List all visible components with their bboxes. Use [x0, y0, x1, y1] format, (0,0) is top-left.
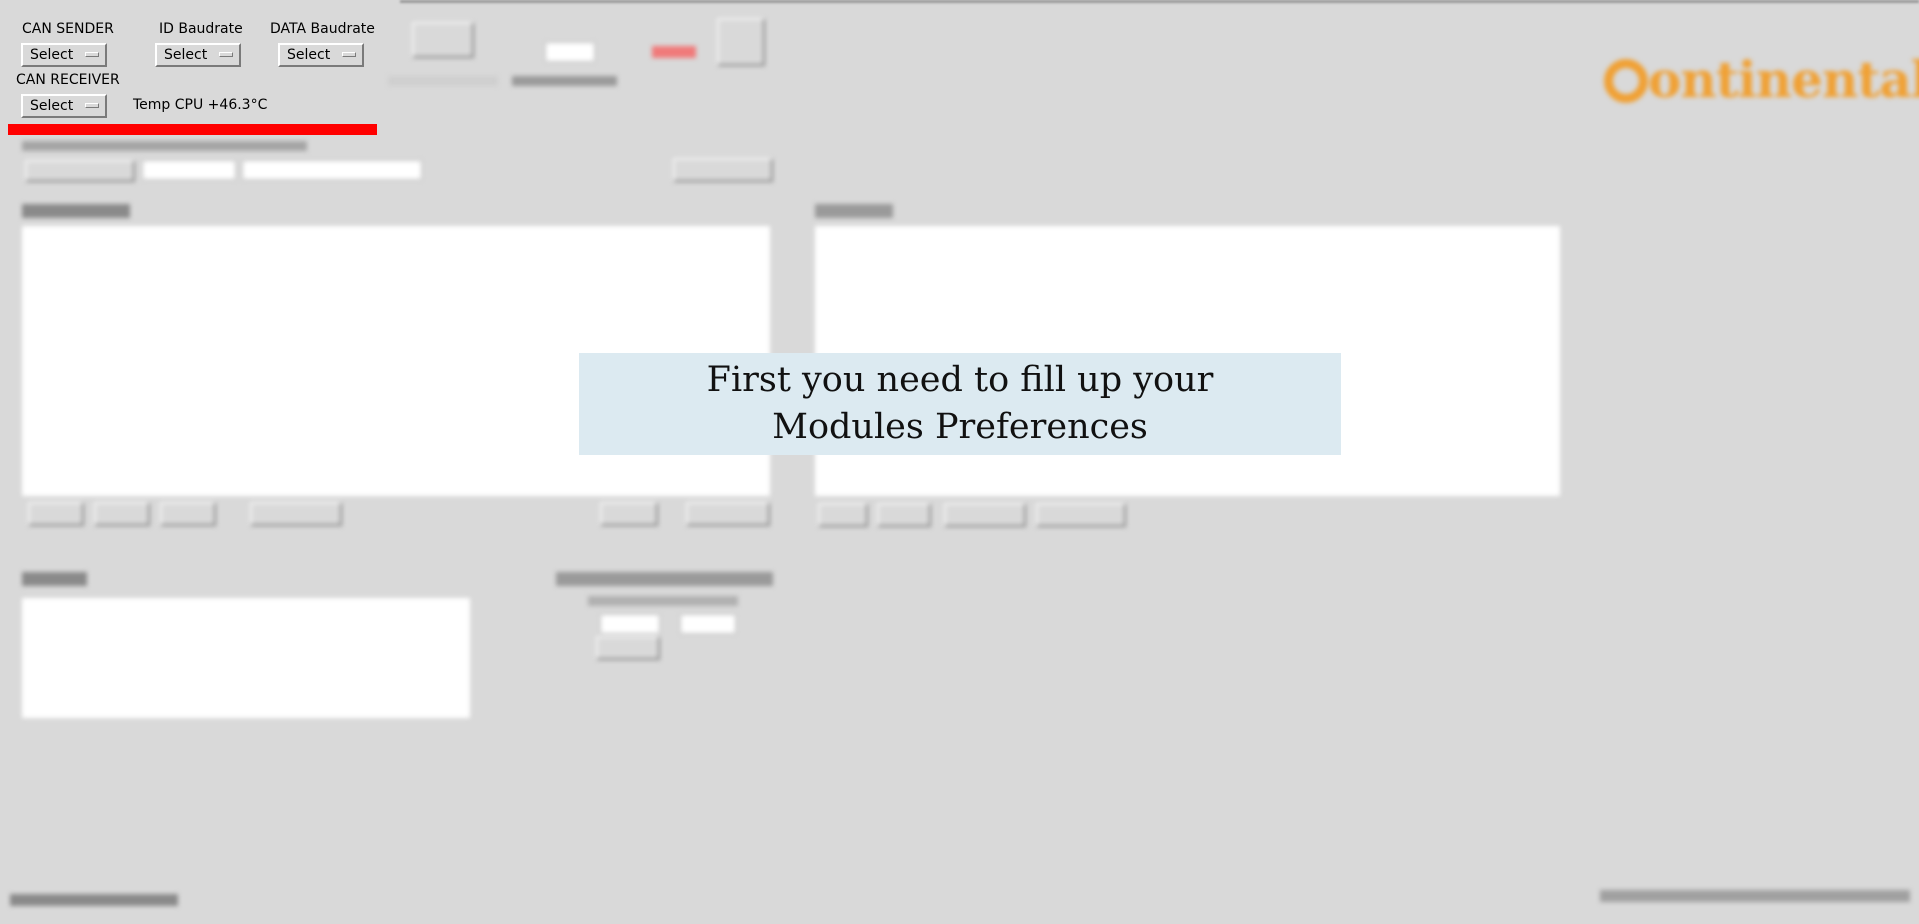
- blurred-control: [28, 502, 84, 526]
- blurred-control: [94, 502, 150, 526]
- id-baudrate-label: ID Baudrate: [159, 21, 243, 37]
- blurred-control: [717, 18, 765, 66]
- blurred-control: [944, 503, 1026, 527]
- can-sender-label: CAN SENDER: [22, 21, 114, 37]
- blurred-control: [686, 502, 770, 526]
- blurred-title: [22, 204, 130, 218]
- can-receiver-select[interactable]: Select: [21, 94, 107, 118]
- blurred-status: [652, 46, 696, 58]
- blurred-control: [877, 503, 931, 527]
- top-border-line: [400, 0, 1919, 3]
- can-sender-value: Select: [30, 47, 74, 63]
- blurred-text: [388, 76, 498, 86]
- blurred-title: [815, 204, 893, 218]
- logo-c-mark: [1604, 59, 1648, 103]
- blurred-text: [512, 76, 617, 86]
- id-baudrate-select[interactable]: Select: [155, 43, 241, 67]
- continental-logo: ontinental ʃ: [1604, 50, 1919, 120]
- blurred-control: [160, 502, 216, 526]
- blurred-title: [556, 572, 773, 586]
- message-line-2: Modules Preferences: [772, 407, 1148, 447]
- blurred-panel: [22, 598, 470, 718]
- blurred-title: [22, 572, 87, 586]
- blurred-background: [0, 0, 1919, 924]
- dropdown-indicator-icon: [85, 103, 99, 108]
- blurred-control: [600, 502, 658, 526]
- blurred-field: [242, 160, 422, 180]
- blurred-control: [596, 636, 660, 660]
- dropdown-indicator-icon: [85, 52, 99, 57]
- blurred-field: [680, 614, 736, 634]
- blurred-text: [588, 596, 738, 606]
- can-receiver-value: Select: [30, 98, 74, 114]
- blurred-control: [25, 160, 135, 182]
- alert-bar: [8, 124, 377, 135]
- data-baudrate-value: Select: [287, 47, 331, 63]
- blurred-text: [22, 141, 307, 151]
- data-baudrate-select[interactable]: Select: [278, 43, 364, 67]
- preferences-required-message: First you need to fill up your Modules P…: [579, 353, 1341, 455]
- id-baudrate-value: Select: [164, 47, 208, 63]
- blurred-field: [142, 160, 236, 180]
- temp-cpu-readout: Temp CPU +46.3°C: [133, 97, 268, 113]
- blurred-control: [412, 22, 474, 58]
- can-sender-select[interactable]: Select: [21, 43, 107, 67]
- dropdown-indicator-icon: [219, 52, 233, 57]
- dropdown-indicator-icon: [342, 52, 356, 57]
- blurred-control: [818, 503, 868, 527]
- blurred-control: [250, 502, 342, 526]
- blurred-control: [1036, 503, 1126, 527]
- message-line-1: First you need to fill up your: [706, 360, 1214, 400]
- blurred-field: [600, 614, 660, 634]
- blurred-field: [545, 42, 595, 62]
- can-receiver-label: CAN RECEIVER: [16, 72, 120, 88]
- data-baudrate-label: DATA Baudrate: [270, 21, 375, 37]
- blurred-footer-text: [1600, 890, 1910, 902]
- blurred-control: [673, 158, 773, 182]
- blurred-footer-text: [10, 894, 178, 906]
